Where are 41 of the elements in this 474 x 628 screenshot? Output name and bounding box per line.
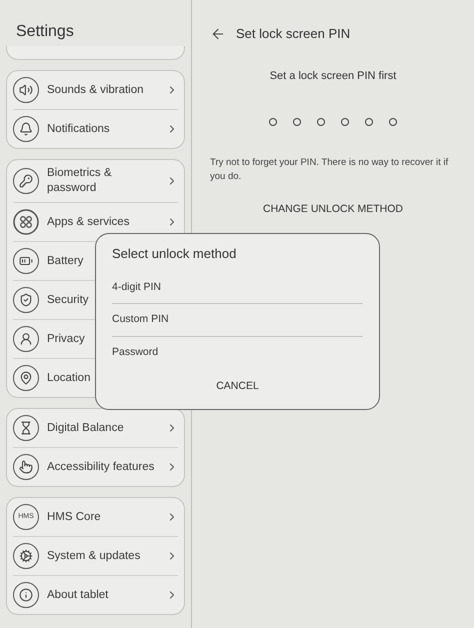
item-label: About tablet bbox=[47, 588, 110, 602]
dialog-title: Select unlock method bbox=[112, 245, 238, 263]
item-label: System & updates bbox=[47, 548, 142, 564]
item-label: HMS Core bbox=[47, 510, 102, 524]
settings-item[interactable]: Sounds & vibration bbox=[13, 71, 178, 109]
speaker-icon bbox=[13, 77, 39, 103]
key-icon bbox=[13, 168, 39, 194]
pin-prompt: Set a lock screen PIN first bbox=[270, 68, 396, 84]
info-icon bbox=[13, 582, 39, 608]
settings-item[interactable]: Biometrics & password bbox=[13, 160, 178, 202]
settings-item[interactable]: Notifications bbox=[13, 109, 178, 148]
unlock-option[interactable]: Password bbox=[112, 337, 363, 369]
item-label: Biometrics & password bbox=[47, 166, 113, 196]
item-label: Apps & services bbox=[47, 214, 130, 230]
item-label: Security bbox=[47, 292, 90, 308]
settings-item[interactable]: System & updates bbox=[13, 536, 178, 575]
item-label: Accessibility features bbox=[47, 460, 156, 474]
settings-item[interactable]: About tablet bbox=[13, 575, 178, 614]
page-title: Set lock screen PIN bbox=[236, 25, 350, 43]
hourglass-icon bbox=[13, 415, 39, 441]
map-pin-icon bbox=[13, 365, 39, 391]
item-label: Privacy bbox=[47, 332, 86, 346]
item-label: Digital Balance bbox=[47, 420, 125, 436]
bell-icon bbox=[13, 116, 39, 142]
grid-icon bbox=[13, 209, 39, 235]
settings-item[interactable]: Digital Balance bbox=[13, 409, 178, 447]
item-label: Location bbox=[47, 370, 92, 386]
item-label: Sounds & vibration bbox=[47, 82, 145, 98]
sidebar-title: Settings bbox=[15, 22, 75, 42]
battery-icon bbox=[13, 248, 39, 274]
hand-icon bbox=[13, 454, 39, 480]
person-icon bbox=[13, 326, 39, 352]
unlock-option[interactable]: Custom PIN bbox=[112, 304, 363, 337]
item-label: Notifications bbox=[47, 122, 111, 136]
settings-item[interactable]: Accessibility features bbox=[13, 447, 178, 486]
pin-warning: Try not to forget your PIN. There is no way to recover it if you do. bbox=[210, 156, 450, 184]
cancel-button[interactable]: CANCEL bbox=[212, 378, 263, 394]
change-unlock-method-link[interactable]: CHANGE UNLOCK METHOD bbox=[262, 202, 403, 218]
shield-icon bbox=[13, 287, 39, 313]
gear-icon bbox=[13, 543, 39, 569]
unlock-option[interactable]: 4-digit PIN bbox=[112, 272, 363, 304]
